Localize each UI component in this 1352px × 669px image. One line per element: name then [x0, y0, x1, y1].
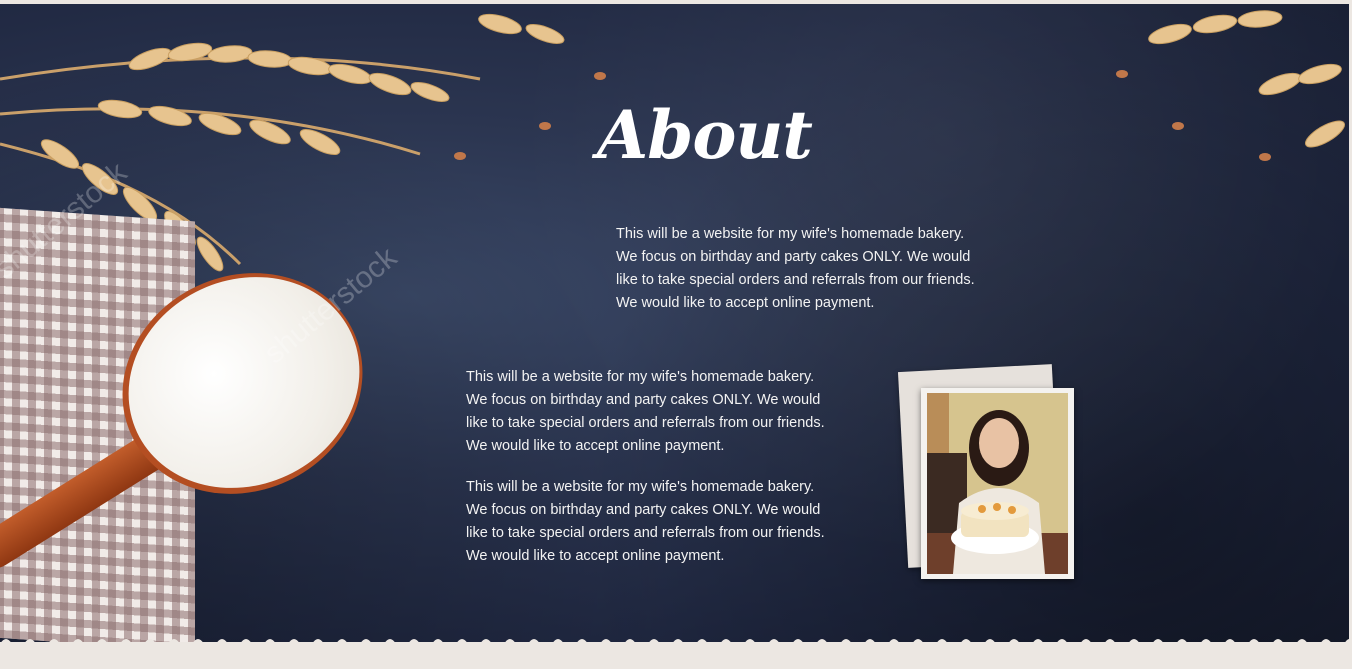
paragraph-line: like to take special orders and referral… [466, 525, 825, 541]
paragraph-line: We would like to accept online payment. [466, 548, 725, 564]
wheat-decoration-right [1116, 10, 1345, 161]
about-section: shutterstock shutterstock About This wil… [0, 0, 1352, 669]
about-paragraph-2: This will be a website for my wife's hom… [466, 366, 825, 458]
paragraph-line: like to take special orders and referral… [466, 415, 825, 431]
scalloped-edge [0, 639, 1352, 669]
paragraph-line: We would like to accept online payment. [466, 438, 725, 454]
paragraph-line: We focus on birthday and party cakes ONL… [616, 249, 971, 265]
owner-photo-frame [921, 388, 1074, 579]
paragraph-line: like to take special orders and referral… [616, 272, 975, 288]
owner-photo [927, 393, 1068, 574]
about-paragraph-3: This will be a website for my wife's hom… [466, 476, 825, 568]
about-paragraph-1: This will be a website for my wife's hom… [616, 223, 975, 315]
paragraph-line: This will be a website for my wife's hom… [466, 369, 815, 385]
paragraph-line: We would like to accept online payment. [616, 295, 875, 311]
paragraph-line: We focus on birthday and party cakes ONL… [466, 502, 821, 518]
page-title: About [597, 96, 813, 174]
paragraph-line: We focus on birthday and party cakes ONL… [466, 392, 821, 408]
paragraph-line: This will be a website for my wife's hom… [466, 479, 815, 495]
chalkboard-background: shutterstock shutterstock About This wil… [0, 4, 1349, 654]
paragraph-line: This will be a website for my wife's hom… [616, 226, 965, 242]
